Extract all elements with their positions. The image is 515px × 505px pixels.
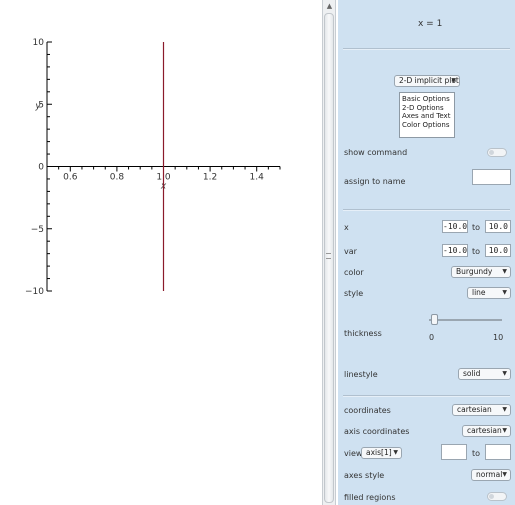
axes-style-dropdown[interactable]: normal ▼ xyxy=(471,469,511,481)
x-tick-label: 1.2 xyxy=(203,173,217,183)
color-value: Burgundy xyxy=(456,267,493,276)
option-2d[interactable]: 2-D Options xyxy=(402,104,452,113)
filled-regions-label: filled regions xyxy=(344,493,396,502)
view-axis-dropdown[interactable]: axis[1] ▼ xyxy=(361,447,402,459)
view-to-input[interactable] xyxy=(485,444,511,460)
option-color[interactable]: Color Options xyxy=(402,121,452,130)
thickness-slider-thumb[interactable] xyxy=(431,314,439,325)
thickness-label: thickness xyxy=(344,329,382,338)
y-tick-label: 10 xyxy=(33,38,45,48)
color-dropdown[interactable]: Burgundy ▼ xyxy=(451,266,511,278)
axis-coordinates-dropdown[interactable]: cartesian ▼ xyxy=(462,425,511,437)
var-range-label: var xyxy=(344,247,357,256)
x-tick-label: 0.6 xyxy=(63,173,78,183)
assign-name-input[interactable] xyxy=(472,169,511,185)
x-range-label: x xyxy=(344,223,349,232)
linestyle-dropdown[interactable]: solid ▼ xyxy=(458,368,511,380)
axes-style-label: axes style xyxy=(344,471,385,480)
var-to-input[interactable]: 10.0 xyxy=(485,244,511,257)
chevron-down-icon: ▼ xyxy=(502,406,507,413)
x-to-input[interactable]: 10.0 xyxy=(485,220,511,233)
thickness-max-label: 10 xyxy=(493,333,504,342)
divider xyxy=(343,395,510,397)
to-label: to xyxy=(472,247,481,256)
style-dropdown[interactable]: line ▼ xyxy=(467,287,511,299)
thickness-slider-track[interactable] xyxy=(429,319,502,321)
color-label: color xyxy=(344,268,364,277)
chevron-down-icon: ▼ xyxy=(502,268,507,275)
assign-to-name-label: assign to name xyxy=(344,177,406,186)
style-value: line xyxy=(472,288,486,297)
linestyle-label: linestyle xyxy=(344,370,378,379)
divider xyxy=(343,209,510,211)
y-tick-label: −10 xyxy=(25,287,44,297)
axes-style-value: normal xyxy=(476,470,503,479)
thickness-min-label: 0 xyxy=(429,333,435,342)
to-label: to xyxy=(472,223,481,232)
show-command-toggle[interactable] xyxy=(487,148,507,157)
to-label: to xyxy=(472,449,481,458)
expression-display: x = 1 xyxy=(418,19,443,29)
chevron-down-icon: ▼ xyxy=(502,471,507,478)
var-from-input[interactable]: -10.0 xyxy=(442,244,468,257)
plot-type-dropdown[interactable]: 2-D implicit plot ▼ xyxy=(394,75,460,87)
view-label: view xyxy=(344,449,363,458)
coordinates-value: cartesian xyxy=(457,405,492,414)
option-axes-text[interactable]: Axes and Text xyxy=(402,112,452,121)
show-command-label: show command xyxy=(344,148,408,157)
filled-regions-toggle[interactable] xyxy=(487,492,507,501)
plot-area: 10 5 0 −5 −10 0.6 0.8 1.0 1.2 1.4 x y xyxy=(0,0,322,505)
x-from-input[interactable]: -10.0 xyxy=(442,220,468,233)
view-axis-value: axis[1] xyxy=(366,448,392,457)
implicit-plot-chart: 1050−5−100.6 0.8 1.0 1.2 1.4xy xyxy=(25,38,281,297)
vertical-scrollbar[interactable]: ▲ xyxy=(322,0,336,505)
plot-options-panel: x = 1 2-D implicit plot ▼ Basic Options … xyxy=(338,0,515,505)
axis-coordinates-label: axis coordinates xyxy=(344,427,410,436)
maple-plot-builder: 10 5 0 −5 −10 0.6 0.8 1.0 1.2 1.4 x y ▲ x = 1 2-D i… xyxy=(0,0,515,505)
axis-coordinates-value: cartesian xyxy=(467,426,502,435)
x-tick-label: 1.4 xyxy=(250,173,265,183)
linestyle-value: solid xyxy=(463,369,481,378)
chevron-down-icon: ▼ xyxy=(502,289,507,296)
option-basic[interactable]: Basic Options xyxy=(402,95,452,104)
scroll-up-arrow-icon[interactable]: ▲ xyxy=(325,1,334,11)
y-axis-label: y xyxy=(34,101,41,111)
style-label: style xyxy=(344,289,364,298)
chevron-down-icon: ▼ xyxy=(502,427,507,434)
options-category-list[interactable]: Basic Options 2-D Options Axes and Text … xyxy=(399,92,455,138)
chevron-down-icon: ▼ xyxy=(502,370,507,377)
y-tick-label: 0 xyxy=(38,163,44,173)
plot-type-value: 2-D implicit plot xyxy=(399,76,459,85)
divider xyxy=(343,48,510,50)
scrollbar-grip-icon xyxy=(326,253,331,259)
view-from-input[interactable] xyxy=(441,444,467,460)
coordinates-label: coordinates xyxy=(344,406,391,415)
x-tick-label: 0.8 xyxy=(110,173,125,183)
chevron-down-icon: ▼ xyxy=(451,77,456,84)
y-tick-label: −5 xyxy=(31,225,44,235)
coordinates-dropdown[interactable]: cartesian ▼ xyxy=(452,404,511,416)
chevron-down-icon: ▼ xyxy=(393,449,398,456)
